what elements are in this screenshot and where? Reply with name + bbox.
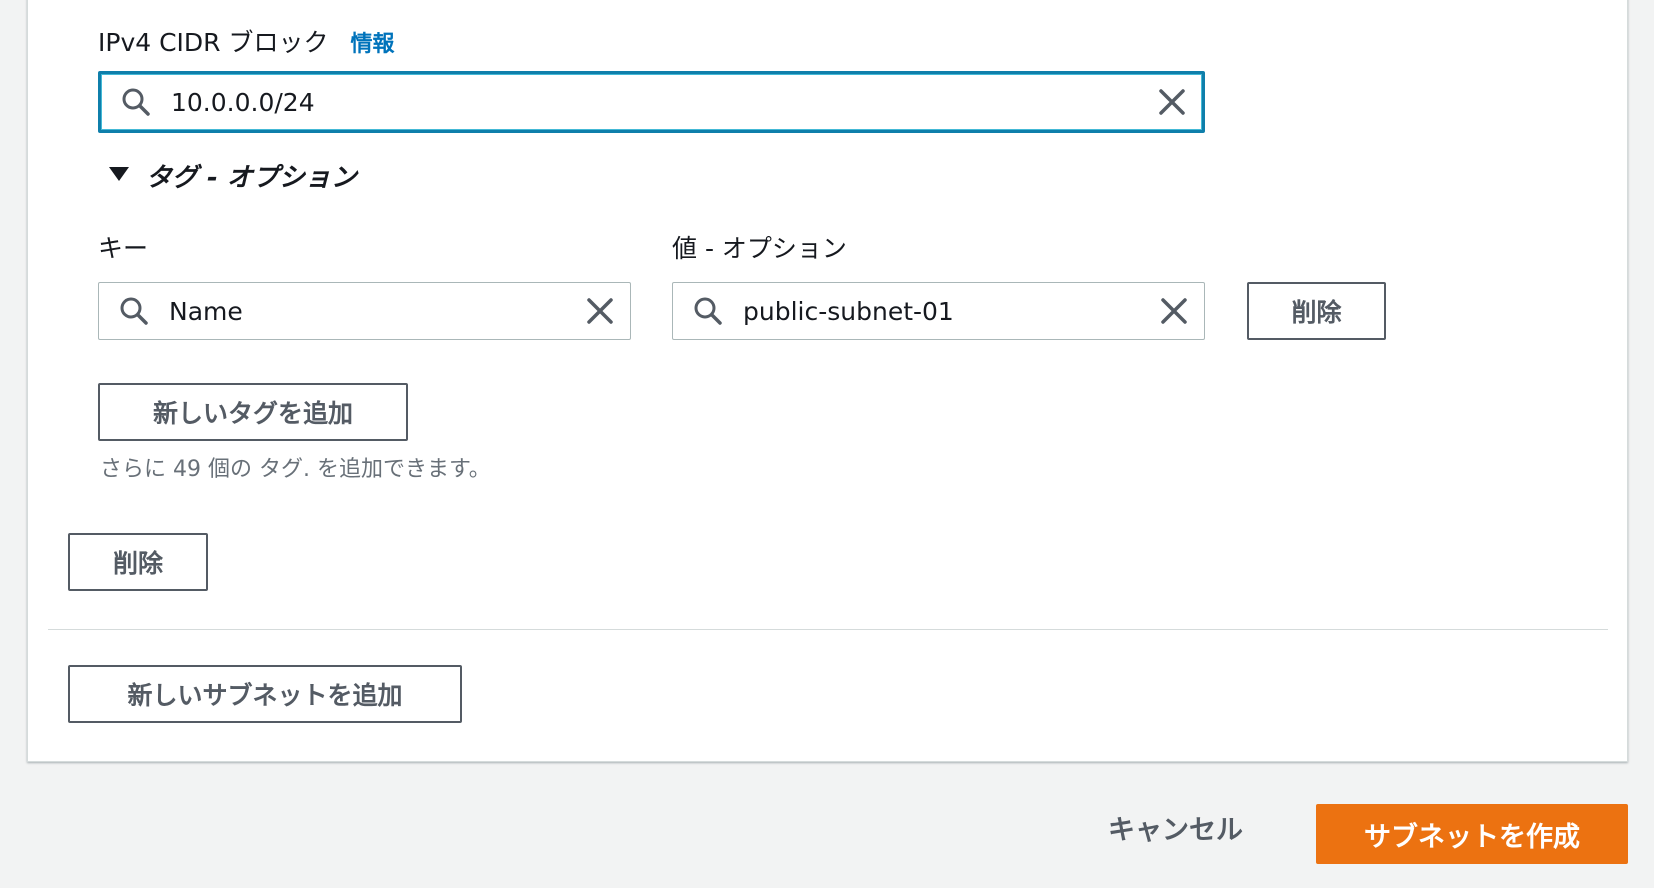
search-icon	[101, 87, 171, 117]
add-subnet-button[interactable]: 新しいサブネットを追加	[68, 665, 462, 723]
tags-remaining-hint: さらに 49 個の タグ. を追加できます。	[100, 457, 491, 482]
create-subnet-button[interactable]: サブネットを作成	[1316, 804, 1628, 864]
close-icon[interactable]	[1142, 88, 1202, 116]
info-link[interactable]: 情報	[350, 32, 394, 57]
close-icon[interactable]	[1144, 297, 1204, 325]
cidr-label-row: IPv4 CIDR ブロック 情報	[98, 23, 394, 59]
subnet-settings-panel: IPv4 CIDR ブロック 情報 10.0.0.0/24 タグ - オプション…	[27, 0, 1628, 762]
tags-section-title: タグ - オプション	[146, 163, 357, 193]
cidr-value: 10.0.0.0/24	[171, 87, 315, 117]
tag-key-label: キー	[98, 234, 149, 263]
cidr-input[interactable]: 10.0.0.0/24	[98, 71, 1205, 133]
remove-subnet-button[interactable]: 削除	[68, 533, 208, 591]
remove-tag-button[interactable]: 削除	[1247, 282, 1386, 340]
tag-value-input[interactable]: public-subnet-01	[672, 282, 1205, 340]
close-icon[interactable]	[570, 297, 630, 325]
tag-key-input[interactable]: Name	[98, 282, 631, 340]
add-tag-button[interactable]: 新しいタグを追加	[98, 383, 408, 441]
tag-key-value: Name	[169, 296, 243, 326]
tag-value-value: public-subnet-01	[743, 296, 954, 326]
tag-value-label: 値 - オプション	[672, 234, 847, 263]
search-icon	[673, 296, 743, 326]
cancel-button[interactable]: キャンセル	[1108, 808, 1243, 847]
cidr-label: IPv4 CIDR ブロック	[98, 28, 329, 57]
caret-down-icon	[108, 165, 130, 187]
search-icon	[99, 296, 169, 326]
section-divider	[48, 629, 1608, 630]
tags-section-toggle[interactable]: タグ - オプション	[108, 157, 357, 194]
